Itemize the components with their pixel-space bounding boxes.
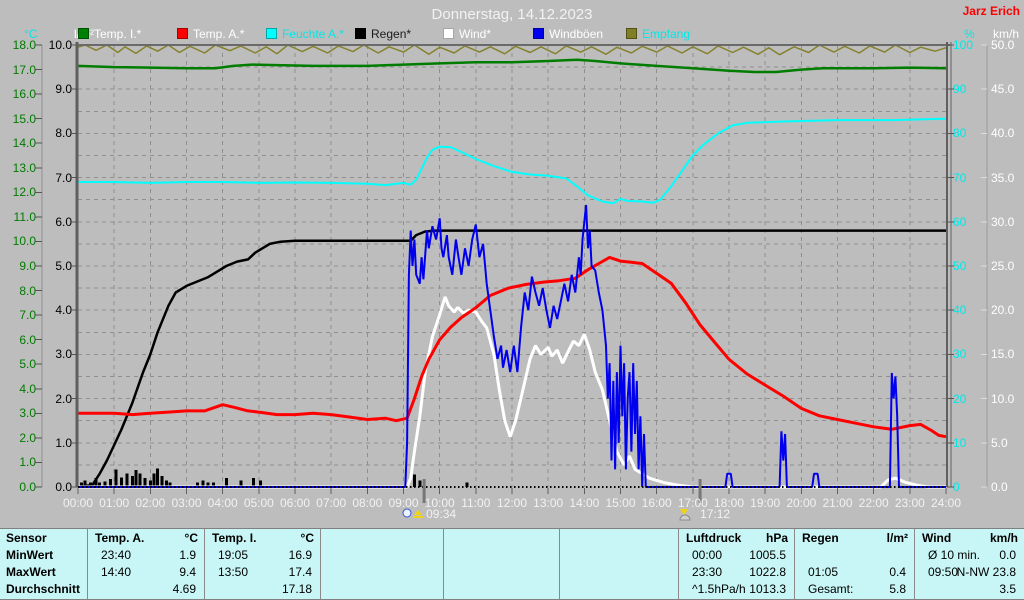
series-Temp. A. bbox=[78, 257, 946, 436]
table-cell-value: 16.9 bbox=[208, 548, 312, 562]
plot-frame bbox=[35, 42, 987, 494]
table-cell-value: 0.4 bbox=[798, 565, 906, 579]
weather-station-window: Donnerstag, 14.12.2023 Jarz Erich °C l/m… bbox=[0, 0, 1024, 600]
table-column-separator bbox=[87, 529, 88, 599]
table-row-label: MaxWert bbox=[6, 565, 84, 579]
table-column-separator bbox=[320, 529, 321, 599]
sunrise-icon bbox=[402, 507, 424, 521]
table-cell-value: 9.4 bbox=[91, 565, 196, 579]
table-column-separator bbox=[559, 529, 560, 599]
table-cell-value: 3.5 bbox=[918, 582, 1016, 596]
table-column-separator bbox=[204, 529, 205, 599]
table-column-separator bbox=[794, 529, 795, 599]
sunset-marker: 17:12 bbox=[678, 507, 730, 521]
table-cell-value: 5.8 bbox=[798, 582, 906, 596]
sunset-icon bbox=[678, 507, 698, 521]
table-cell-value: 1005.5 bbox=[682, 548, 786, 562]
grid bbox=[78, 45, 946, 487]
table-sensor-name: Regen bbox=[802, 531, 862, 545]
table-sensor-unit: °C bbox=[144, 531, 198, 545]
table-row-label: Durchschnitt bbox=[6, 582, 84, 596]
table-cell-value: 1022.8 bbox=[682, 565, 786, 579]
table-sensor-unit: km/h bbox=[964, 531, 1018, 545]
table-cell-value: N-NW 23.8 bbox=[918, 565, 1016, 579]
table-column-separator bbox=[678, 529, 679, 599]
table-sensor-unit: hPa bbox=[734, 531, 788, 545]
sunrise-marker: 09:34 bbox=[402, 507, 456, 521]
hour-axis-tick: 24:00 bbox=[924, 496, 968, 510]
table-sensor-unit: °C bbox=[260, 531, 314, 545]
sunrise-time: 09:34 bbox=[426, 507, 456, 521]
sunset-time: 17:12 bbox=[700, 507, 730, 521]
table-cell-value: 1.9 bbox=[91, 548, 196, 562]
table-cell-value: 4.69 bbox=[91, 582, 196, 596]
statistics-table: SensorMinWertMaxWertDurchschnittTemp. A.… bbox=[0, 528, 1024, 600]
table-cell-value: 0.0 bbox=[918, 548, 1016, 562]
table-row-label: MinWert bbox=[6, 548, 84, 562]
table-column-separator bbox=[914, 529, 915, 599]
table-cell-value: 17.4 bbox=[208, 565, 312, 579]
table-column-separator bbox=[443, 529, 444, 599]
table-sensor-unit: l/m² bbox=[854, 531, 908, 545]
table-row-label: Sensor bbox=[6, 531, 84, 545]
chart-plot bbox=[0, 0, 1024, 600]
table-cell-value: 17.18 bbox=[208, 582, 312, 596]
table-cell-value: 1013.3 bbox=[682, 582, 786, 596]
